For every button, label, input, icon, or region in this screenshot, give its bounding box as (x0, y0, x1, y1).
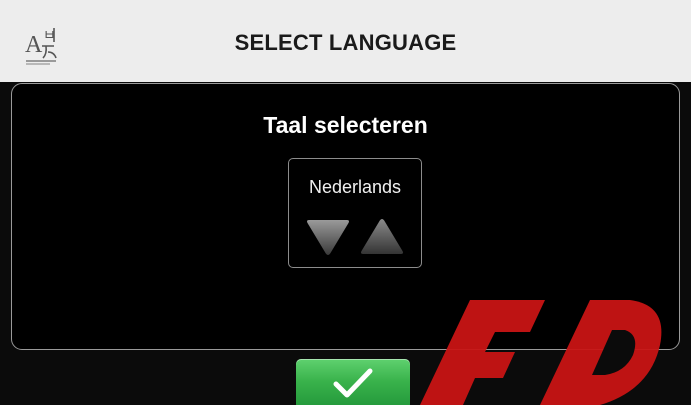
previous-language-button[interactable] (305, 217, 351, 257)
language-panel: Taal selecteren Nederlands (11, 83, 680, 350)
triangle-up-icon (361, 219, 403, 254)
header-bar: A ㅂ SELECT LANGUAGE (0, 0, 691, 82)
page-title: SELECT LANGUAGE (234, 30, 457, 55)
language-select-screen: A ㅂ SELECT LANGUAGE Taal selecteren Nede… (0, 0, 691, 405)
checkmark-icon (333, 368, 373, 398)
language-selector: Nederlands (288, 158, 422, 268)
triangle-down-icon (307, 220, 349, 255)
next-language-button[interactable] (359, 217, 405, 257)
confirm-button[interactable] (296, 359, 410, 405)
selected-language: Nederlands (308, 177, 402, 197)
panel-title: Taal selecteren (263, 112, 428, 138)
